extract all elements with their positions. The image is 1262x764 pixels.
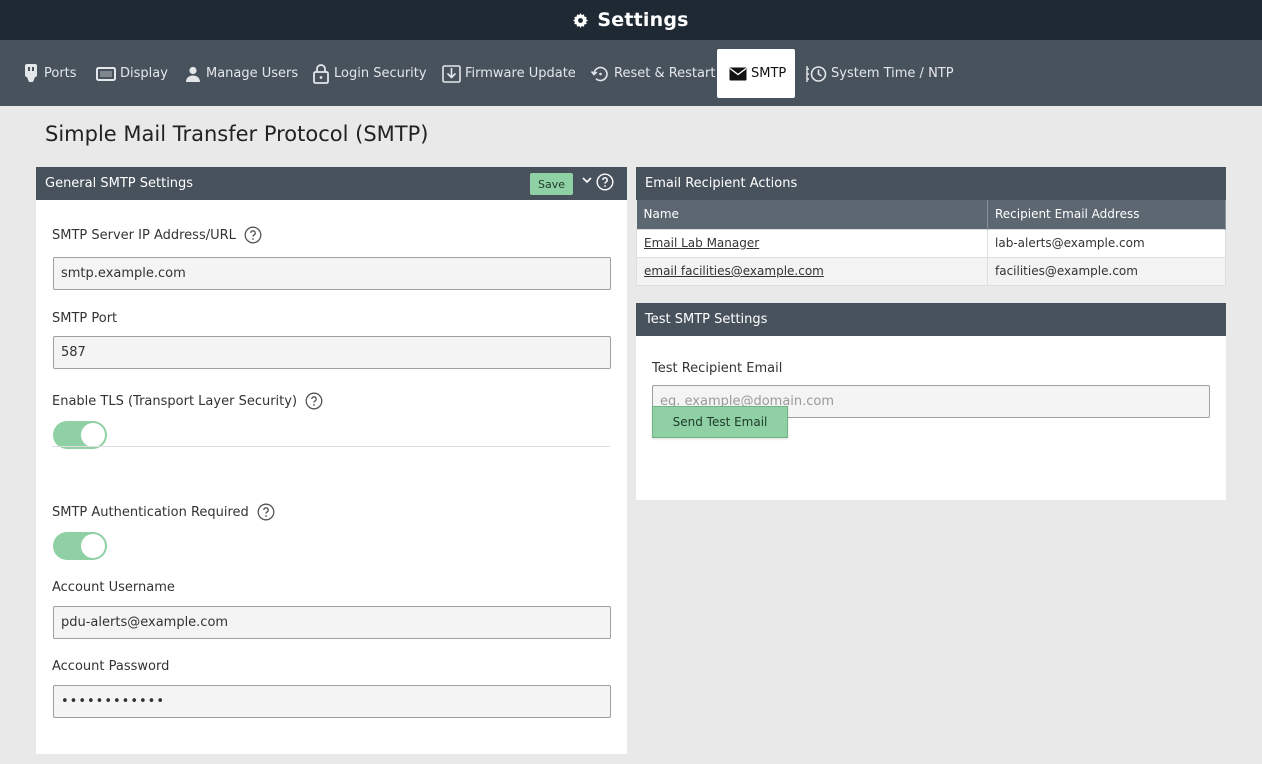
recipient-link[interactable]: Email Lab Manager: [644, 236, 759, 250]
table-header-row: Name Recipient Email Address: [636, 200, 1226, 229]
lock-icon: [312, 63, 330, 85]
app-header: Settings: [0, 0, 1262, 40]
nav-label: SMTP: [751, 66, 787, 81]
recipient-name-cell: Email Lab Manager: [636, 228, 988, 258]
recipient-link[interactable]: email facilities@example.com: [644, 264, 824, 278]
nav-item-system-time-ntp[interactable]: System Time / NTP: [806, 49, 954, 98]
section-divider: [52, 446, 610, 447]
clock-icon: [806, 64, 827, 84]
username-input[interactable]: pdu-alerts@example.com: [53, 606, 611, 639]
recipients-table: Name Recipient Email Address Email Lab M…: [636, 200, 1226, 286]
tls-field-label: Enable TLS (Transport Layer Security): [52, 392, 323, 410]
settings-nav: Ports Display Manage Users Login Securit…: [0, 40, 1262, 106]
panel-header: Test SMTP Settings: [636, 303, 1226, 336]
help-icon[interactable]: [305, 392, 323, 410]
smtp-port-input[interactable]: 587: [53, 336, 611, 369]
restart-icon: [590, 65, 610, 83]
nav-item-ports[interactable]: Ports: [22, 49, 77, 98]
help-icon[interactable]: [244, 226, 262, 244]
display-icon: [96, 66, 116, 82]
nav-item-display[interactable]: Display: [96, 49, 168, 98]
nav-item-smtp[interactable]: SMTP: [717, 49, 795, 98]
test-recipient-label: Test Recipient Email: [652, 361, 783, 376]
send-test-email-button[interactable]: Send Test Email: [652, 406, 788, 438]
toggle-knob: [81, 423, 105, 447]
username-field-label: Account Username: [52, 580, 175, 595]
nav-label: Manage Users: [206, 66, 299, 81]
nav-label: Reset & Restart: [614, 66, 716, 81]
recipient-email-cell: facilities@example.com: [987, 256, 1226, 286]
password-field-label: Account Password: [52, 659, 170, 674]
table-row: Email Lab Manager lab-alerts@example.com: [636, 228, 1226, 258]
panel-title: Email Recipient Actions: [645, 176, 798, 191]
label-text: Enable TLS (Transport Layer Security): [52, 393, 298, 409]
usb-plug-icon: [22, 63, 40, 85]
recipient-email-cell: lab-alerts@example.com: [987, 228, 1226, 258]
server-field-label: SMTP Server IP Address/URL: [52, 226, 262, 244]
help-icon[interactable]: [596, 173, 614, 191]
save-button[interactable]: Save: [530, 173, 573, 195]
port-field-label: SMTP Port: [52, 311, 118, 326]
gear-icon: [573, 12, 589, 28]
general-smtp-panel: General SMTP Settings Save SMTP Server I…: [36, 167, 627, 754]
nav-item-firmware-update[interactable]: Firmware Update: [442, 49, 576, 98]
nav-label: Login Security: [334, 66, 427, 81]
auth-toggle[interactable]: [53, 532, 107, 560]
tls-toggle[interactable]: [53, 421, 107, 449]
auth-field-label: SMTP Authentication Required: [52, 503, 275, 521]
app-title: Settings: [597, 9, 689, 31]
nav-item-login-security[interactable]: Login Security: [312, 49, 427, 98]
password-input[interactable]: ••••••••••••: [53, 685, 611, 718]
column-header: Name: [636, 200, 988, 229]
recipient-actions-panel: Email Recipient Actions Name Recipient E…: [636, 167, 1226, 286]
table-row: email facilities@example.com facilities@…: [636, 256, 1226, 286]
help-icon[interactable]: [257, 503, 275, 521]
chevron-down-icon[interactable]: [581, 174, 593, 186]
recipient-name-cell: email facilities@example.com: [636, 256, 988, 286]
user-icon: [184, 65, 202, 83]
smtp-server-input[interactable]: smtp.example.com: [53, 257, 611, 290]
column-header: Recipient Email Address: [987, 200, 1226, 229]
page-title: Simple Mail Transfer Protocol (SMTP): [45, 122, 429, 146]
nav-label: Display: [120, 66, 168, 81]
label-text: SMTP Server IP Address/URL: [52, 227, 236, 243]
toggle-knob: [81, 534, 105, 558]
nav-label: Ports: [44, 66, 77, 81]
panel-header: Email Recipient Actions: [636, 167, 1226, 200]
panel-title: General SMTP Settings: [45, 176, 194, 191]
panel-header: General SMTP Settings Save: [36, 167, 627, 200]
nav-label: Firmware Update: [465, 66, 576, 81]
panel-title: Test SMTP Settings: [645, 312, 768, 327]
nav-item-manage-users[interactable]: Manage Users: [184, 49, 298, 98]
nav-label: System Time / NTP: [831, 66, 954, 81]
label-text: SMTP Authentication Required: [52, 504, 249, 520]
test-smtp-panel: Test SMTP Settings Test Recipient Email …: [636, 303, 1226, 500]
nav-item-reset-restart[interactable]: Reset & Restart: [590, 49, 715, 98]
envelope-icon: [729, 67, 747, 81]
download-icon: [442, 64, 461, 83]
